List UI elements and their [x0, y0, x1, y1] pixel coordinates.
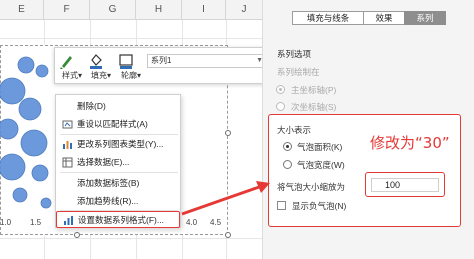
style-label: 样式 [61, 71, 78, 80]
grid-line [0, 38, 262, 39]
change-chart-type-icon [63, 141, 72, 149]
menu-item-label: 选择数据(E)... [77, 157, 130, 167]
menu-item-format-data-series[interactable]: 设置数据系列格式(F)... [56, 211, 180, 228]
fill-label: 填充 [90, 71, 107, 80]
outline-button[interactable]: 轮廓▾ [117, 50, 145, 83]
menu-item-label: 更改系列图表类型(Y)... [77, 139, 164, 149]
outline-icon [119, 54, 133, 69]
column-header-g[interactable]: G [90, 0, 136, 20]
pane-tabs: 填充与线条 效果 系列 [292, 11, 446, 25]
tab-series[interactable]: 系列 [404, 11, 446, 25]
menu-item-delete[interactable]: 删除(D) [56, 98, 180, 115]
bubble-width-label: 气泡宽度(W) [297, 160, 345, 170]
column-header-f[interactable]: F [44, 0, 90, 20]
style-button[interactable]: 样式▾ [58, 50, 86, 83]
annotation-text: 修改为“30” [370, 134, 450, 152]
scale-bubble-size-label: 将气泡大小缩放为 [277, 182, 346, 192]
outline-label: 轮廓 [120, 71, 137, 80]
grid-line [0, 238, 262, 239]
chevron-down-icon: ▾ [136, 71, 141, 80]
series-select[interactable]: 系列1 ▼ [147, 54, 267, 68]
resize-handle[interactable] [225, 130, 231, 136]
scale-bubble-size-input[interactable]: 100 [371, 178, 439, 192]
bubble-series[interactable] [0, 56, 52, 209]
bubble [31, 164, 49, 182]
menu-separator [60, 172, 178, 173]
bubble-width-radio[interactable] [283, 160, 292, 169]
menu-item-label: 添加数据标签(B) [77, 178, 140, 188]
menu-item-label: 添加趋势线(R)... [77, 196, 139, 206]
series-select-value: 系列1 [151, 56, 172, 65]
x-tick-label: 4.5 [210, 218, 222, 227]
menu-item-label: 设置数据系列格式(F)... [78, 215, 164, 225]
series-options-heading: 系列选项 [277, 49, 312, 59]
bubble [18, 97, 42, 121]
tab-effects[interactable]: 效果 [363, 11, 405, 25]
column-header-h[interactable]: H [136, 0, 182, 20]
menu-item-reset-style[interactable]: 重设以匹配样式(A) [56, 116, 180, 133]
secondary-axis-label: 次坐标轴(S) [291, 102, 337, 112]
primary-axis-label: 主坐标轴(P) [291, 85, 337, 95]
show-negative-bubbles-label: 显示负气泡(N) [292, 201, 347, 211]
menu-item-add-data-labels[interactable]: 添加数据标签(B) [56, 175, 180, 192]
bubble [17, 56, 35, 74]
bubble [40, 197, 52, 209]
bubble-area-label: 气泡面积(K) [297, 142, 343, 152]
menu-item-change-chart-type[interactable]: 更改系列图表类型(Y)... [56, 136, 180, 153]
fill-bucket-icon [90, 54, 102, 69]
secondary-axis-radio[interactable] [276, 102, 285, 111]
bubble [0, 77, 26, 105]
select-data-icon [62, 157, 73, 168]
brush-icon [60, 56, 72, 69]
menu-separator [60, 134, 178, 135]
fill-button[interactable]: 填充▾ [87, 50, 115, 83]
x-tick-label: 1.0 [0, 218, 12, 227]
bubble [0, 118, 19, 140]
bubble-area-radio[interactable] [283, 142, 292, 151]
column-header-e[interactable]: E [0, 0, 44, 20]
column-header-row: E F G H I J [0, 0, 262, 20]
show-negative-bubbles-checkbox[interactable] [277, 201, 286, 210]
context-menu: 删除(D) 重设以匹配样式(A) 更改系列图表类型(Y)... 选择数据(E).… [55, 94, 181, 228]
resize-handle[interactable] [225, 232, 231, 238]
bubble [35, 64, 49, 78]
size-represents-label: 大小表示 [277, 125, 312, 135]
primary-axis-radio[interactable] [276, 85, 285, 94]
tab-fill-and-line[interactable]: 填充与线条 [292, 11, 364, 25]
menu-item-label: 重设以匹配样式(A) [77, 119, 148, 129]
format-series-icon [64, 216, 73, 225]
bubble [12, 187, 28, 203]
menu-item-select-data[interactable]: 选择数据(E)... [56, 154, 180, 171]
resize-handle[interactable] [74, 232, 80, 238]
series-plot-on-label: 系列绘制在 [277, 67, 320, 77]
x-tick-label: 4.0 [186, 218, 198, 227]
reset-style-icon [62, 120, 73, 129]
chevron-down-icon: ▾ [106, 71, 111, 80]
menu-item-label: 删除(D) [77, 101, 106, 111]
menu-item-add-trendline[interactable]: 添加趋势线(R)... [56, 193, 180, 210]
chevron-down-icon: ▾ [77, 71, 82, 80]
x-tick-label: 1.5 [30, 218, 42, 227]
column-header-i[interactable]: I [182, 0, 226, 20]
bubble [20, 129, 48, 157]
bubble [0, 153, 26, 181]
column-header-j[interactable]: J [226, 0, 262, 20]
chart-mini-toolbar: 样式▾ 填充▾ 轮廓▾ 系列1 ▼ [54, 47, 272, 84]
